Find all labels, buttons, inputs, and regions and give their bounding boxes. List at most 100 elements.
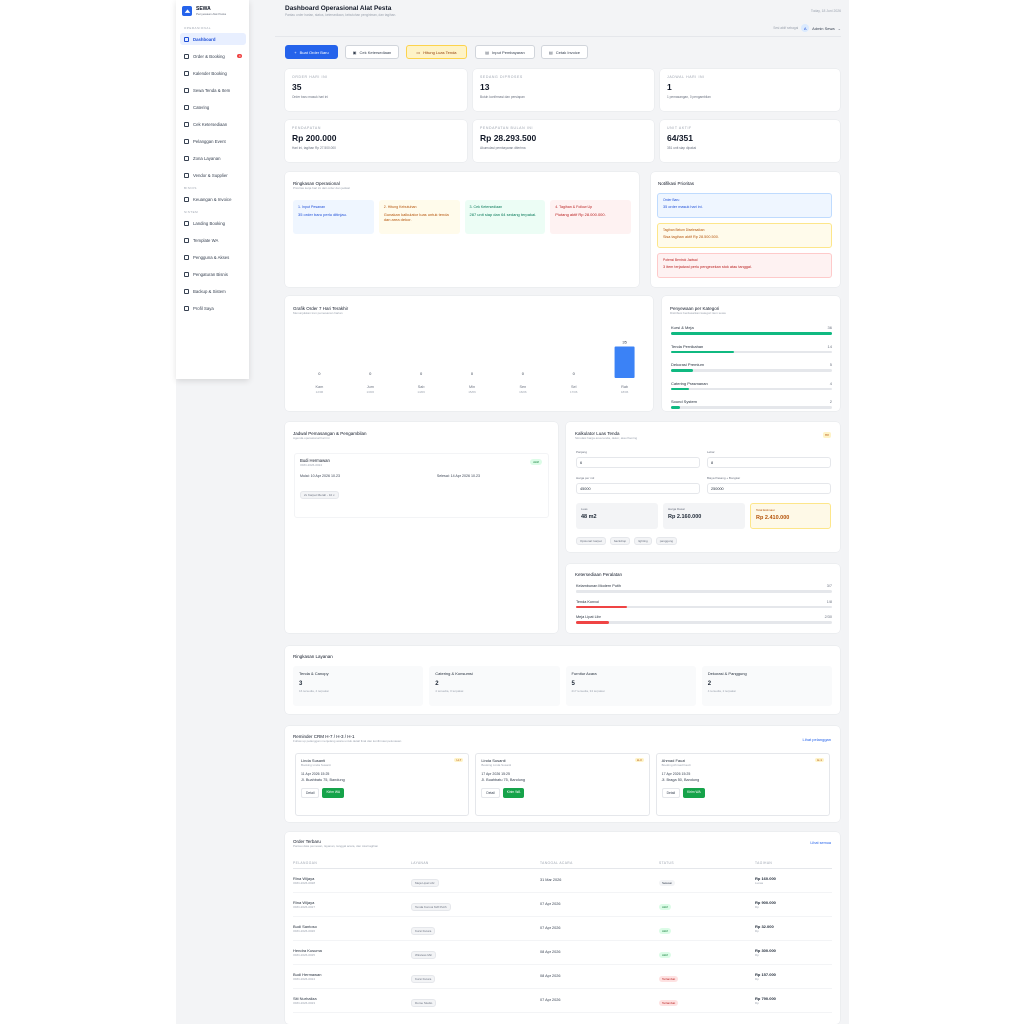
services-card: Ringkasan Layanan Tenda & Canopy 3 16 ters… bbox=[285, 646, 840, 714]
input-payment-label: Input Pembayaran bbox=[492, 49, 525, 55]
chart-bar bbox=[614, 346, 635, 378]
view-all-orders-link[interactable]: Lihat semua bbox=[810, 841, 831, 845]
schedule-item[interactable]: Budi Hermawan ORD-2026-0024 Aktif Mulai:… bbox=[294, 453, 549, 518]
send-wa-button[interactable]: Kirim WA bbox=[322, 788, 345, 798]
table-row[interactable]: Budi Santoso ORD-2026-0026 Kursi Futura 07 … bbox=[293, 916, 832, 940]
schedule-start: Mulai: 10 Apr 2026 10.23 bbox=[300, 474, 340, 478]
category-card: Penyewaan per Kategori Distribusi berdas… bbox=[662, 296, 840, 411]
price-label: Harga per m2 bbox=[576, 476, 595, 480]
schedule-code: ORD-2026-0024 bbox=[300, 463, 323, 467]
price-input[interactable]: 45000 bbox=[576, 483, 700, 494]
availability-value: 2/30 bbox=[824, 615, 832, 619]
sidebar-item-pelanggan-event[interactable]: Pelanggan Event bbox=[180, 135, 246, 147]
category-bar-track bbox=[671, 406, 832, 409]
sidebar-item-vendor-supplier[interactable]: Vendor & Supplier bbox=[180, 169, 246, 181]
length-input[interactable]: 6 bbox=[576, 457, 700, 468]
crm-detail-button[interactable]: Detail bbox=[301, 788, 320, 798]
order-code: ORD-2026-0028 bbox=[293, 880, 316, 885]
chart-date-label: 17/06 bbox=[570, 390, 578, 394]
table-row[interactable]: Rina Wijaya ORD-2026-0028 Meja Lipat Libr 3… bbox=[293, 868, 832, 892]
calc-area-button[interactable]: ▭ Hitung Luas Tenda bbox=[406, 45, 467, 59]
sidebar-item-kalender-booking[interactable]: Kalender Booking bbox=[180, 67, 246, 79]
table-row[interactable]: Budi Hermawan ORD-2026-0024 Kursi Futura 08… bbox=[293, 964, 832, 988]
view-customers-link[interactable]: Lihat pelanggan bbox=[803, 737, 831, 742]
crm-event-address: Jl. Braga 50, Bandung bbox=[661, 778, 700, 782]
chart-tick-label: Jum bbox=[367, 385, 374, 389]
sidebar-item-landing-booking[interactable]: Landing Booking bbox=[180, 217, 246, 229]
globe-icon bbox=[184, 220, 189, 226]
order-code: ORD-2026-0023 bbox=[293, 1000, 316, 1005]
calc-option-tag[interactable]: lighting bbox=[634, 537, 652, 545]
stat-sub: Akumulasi pembayaran diterima bbox=[480, 146, 526, 150]
column-header: Tagihan bbox=[755, 860, 773, 865]
calc-option-tag[interactable]: panggung bbox=[655, 537, 678, 545]
calc-option-tag[interactable]: Opsional: karpet bbox=[576, 537, 606, 545]
status-badge: Terlambat bbox=[659, 976, 679, 982]
notif-text: 3 item terjadwal perlu pengecekan stok a… bbox=[663, 265, 752, 269]
crm-booking-type: Booking Linda Susanti bbox=[301, 763, 331, 767]
status-badge: Aktif bbox=[530, 459, 542, 465]
stat-sub: 351 unit siap dipakai bbox=[667, 146, 697, 150]
sidebar-item-cek-ketersediaan[interactable]: Cek Ketersediaan bbox=[180, 118, 246, 130]
sidebar-item-keuangan-invoice[interactable]: Keuangan & Invoice bbox=[180, 193, 246, 205]
table-row[interactable]: Siti Nurhaliza ORD-2026-0023 Dome Studio 07… bbox=[293, 988, 832, 1012]
send-wa-button[interactable]: Kirim WA bbox=[683, 788, 705, 798]
chart-tick-label: Min bbox=[469, 385, 475, 389]
availability-label: Meja Lipat Libr bbox=[576, 615, 601, 619]
send-wa-button[interactable]: Kirim WA bbox=[502, 788, 525, 798]
chart-value-label: 0 bbox=[369, 371, 372, 376]
notif-item[interactable]: Potensi Bentrok Jadwal 3 item terjadwal p… bbox=[657, 253, 832, 278]
grid-icon bbox=[184, 36, 189, 42]
sidebar-item-dashboard[interactable]: Dashboard bbox=[180, 33, 246, 45]
table-row[interactable]: Hendra Kusuma ORD-2026-0025 Wireless Mic 08… bbox=[293, 940, 832, 964]
stat-value: 64/351 bbox=[667, 133, 693, 143]
user-name: Admin Sewa bbox=[812, 25, 835, 31]
chart-date-label: 12/06 bbox=[316, 390, 324, 394]
sidebar-item-pengaturan-bisnis[interactable]: Pengaturan Bisnis bbox=[180, 268, 246, 280]
sidebar-item-label: Zona Layanan bbox=[193, 155, 221, 161]
crm-detail-button[interactable]: Detail bbox=[481, 788, 500, 798]
create-order-button[interactable]: + Buat Order Baru bbox=[285, 45, 338, 59]
sidebar-item-profil-saya[interactable]: Profil Saya bbox=[180, 302, 246, 314]
stat-card-active-units: Unit Aktif 64/351 351 unit siap dipakai bbox=[660, 120, 840, 162]
check-availability-button[interactable]: ▣ Cek Ketersediaan bbox=[345, 45, 399, 59]
sidebar-item-catering[interactable]: Catering bbox=[180, 101, 246, 113]
input-payment-button[interactable]: ▤ Input Pembayaran bbox=[475, 45, 535, 59]
recent-orders-subtitle: Pantau data pemesan, layanan, tanggal ac… bbox=[293, 844, 379, 848]
availability-bar-track bbox=[576, 621, 832, 624]
profile-icon bbox=[184, 305, 189, 311]
extra-cost-input[interactable]: 250000 bbox=[707, 483, 831, 494]
user-icon bbox=[184, 254, 189, 260]
notif-item[interactable]: Tagihan Belum Diselesaikan Sisa tagihan a… bbox=[657, 223, 832, 248]
print-invoice-button[interactable]: ▤ Cetak Invoice bbox=[541, 45, 588, 59]
table-row[interactable]: Rina Wijaya ORD-2026-0027 Tenda Konvoi 6x8… bbox=[293, 892, 832, 916]
user-menu[interactable]: Sesi aktif sebagai A Admin Sewa ⌄ bbox=[773, 24, 841, 32]
check-icon bbox=[184, 121, 189, 127]
sidebar-item-sewa-tenda-item[interactable]: Sewa Tenda & Item bbox=[180, 84, 246, 96]
users-icon bbox=[184, 138, 189, 144]
calc-option-tag[interactable]: backdrop bbox=[609, 537, 631, 545]
base-price-value: Rp 2.160.000 bbox=[668, 514, 702, 520]
sidebar-item-pengguna-akses[interactable]: Pengguna & Akses bbox=[180, 251, 246, 263]
sidebar-item-zona-layanan[interactable]: Zona Layanan bbox=[180, 152, 246, 164]
ops-step-text: Gunakan kalkulator luas untuk tenda dan … bbox=[383, 212, 449, 223]
chevron-down-icon: ⌄ bbox=[837, 25, 841, 31]
sidebar-item-template-wa[interactable]: Template WA bbox=[180, 234, 246, 246]
category-bar-track bbox=[671, 350, 832, 353]
sidebar-item-order-booking[interactable]: Order & Booking 4 bbox=[180, 50, 246, 62]
crm-event-address: Jl. Buahbatu 75, Bandung bbox=[301, 778, 345, 782]
width-input[interactable]: 8 bbox=[707, 457, 831, 468]
service-summary-box: Catering & Konsumsi 2 4 tersedia, 0 terpak… bbox=[429, 666, 560, 706]
total-estimate-result: Total Estimasi Rp 2.410.000 bbox=[750, 503, 831, 529]
status-badge: Aktif bbox=[659, 928, 671, 934]
notif-item[interactable]: Order Baru 35 order masuk hari ini. bbox=[657, 193, 832, 218]
stat-card-revenue-month: Pendapatan Bulan Ini Rp 28.293.500 Akumula… bbox=[473, 120, 654, 162]
order-service-tag: Kursi Futura bbox=[411, 927, 436, 935]
sidebar-item-backup-sistem[interactable]: Backup & Sistem bbox=[180, 285, 246, 297]
ops-step-title: 1. Input Pesanan bbox=[298, 205, 326, 209]
category-bar-fill bbox=[671, 406, 680, 409]
chart-tick-label: Sab bbox=[418, 385, 425, 389]
service-name: Tenda & Canopy bbox=[299, 671, 329, 676]
crm-detail-button[interactable]: Detail bbox=[661, 788, 681, 798]
category-value: 4 bbox=[829, 380, 832, 386]
